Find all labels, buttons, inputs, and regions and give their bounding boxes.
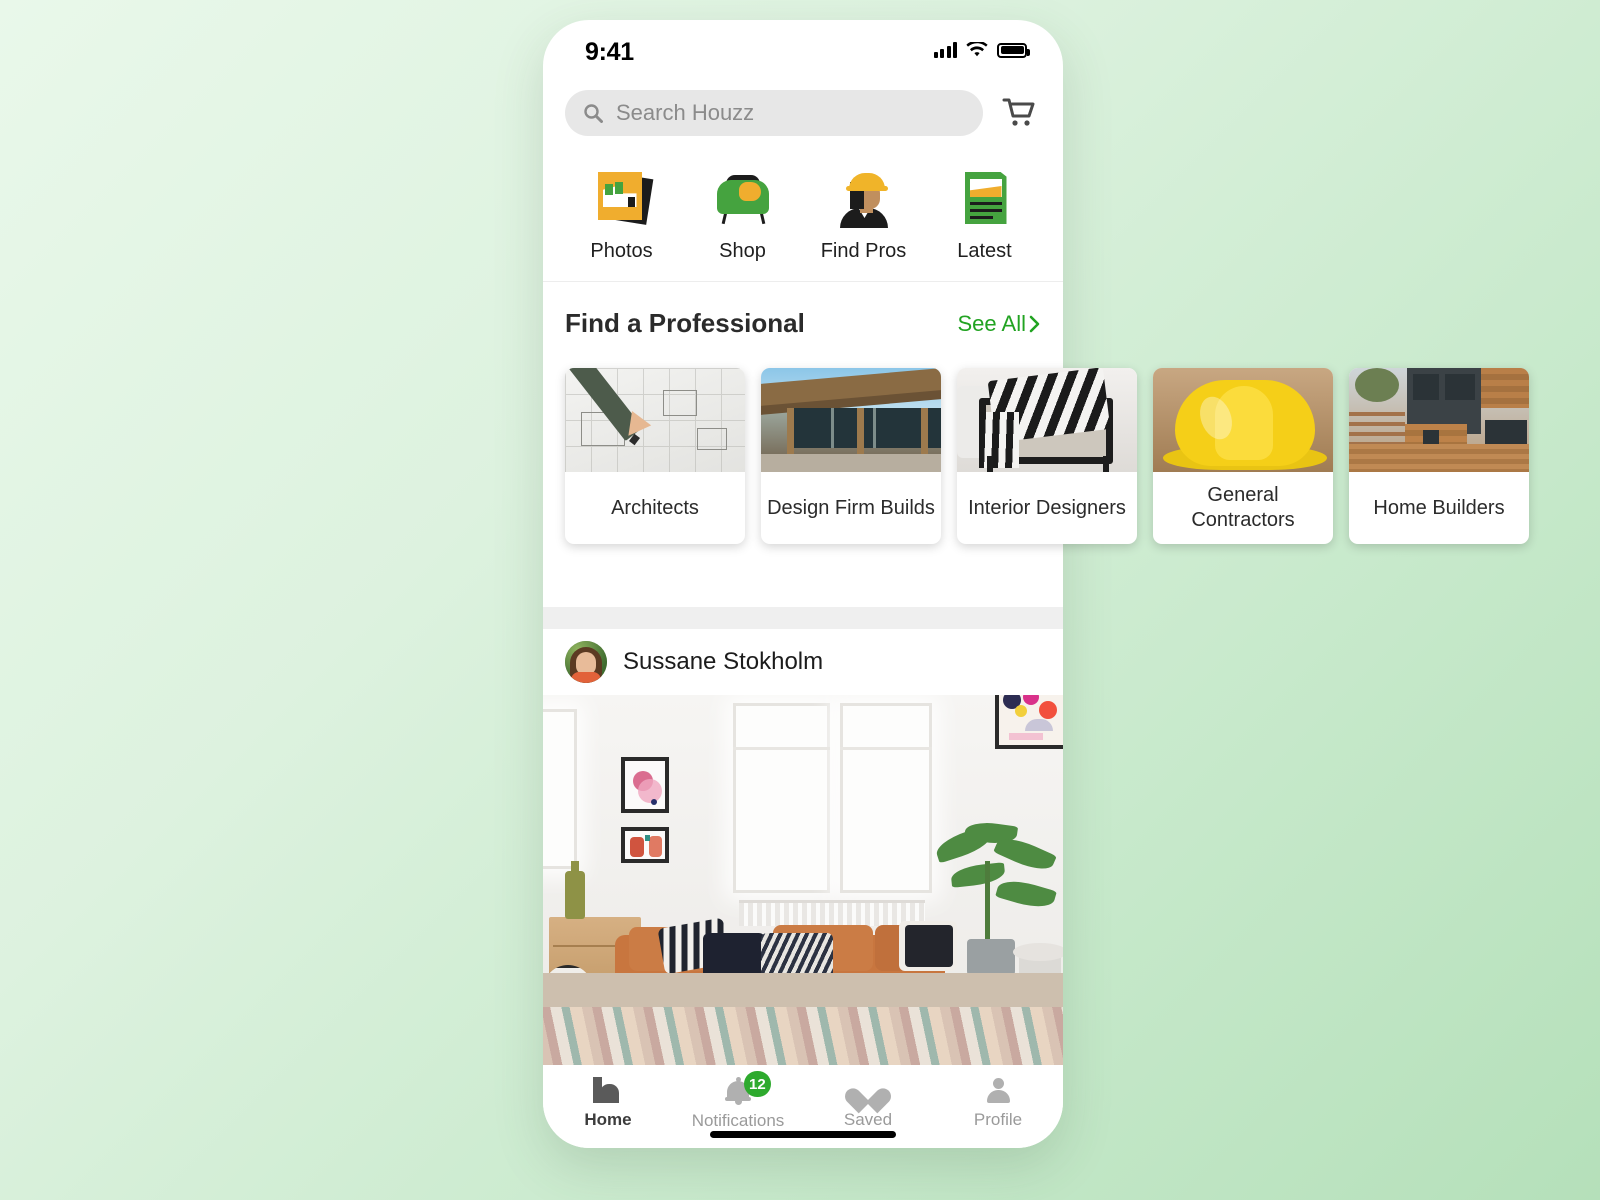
search-placeholder: Search Houzz xyxy=(616,100,755,125)
avatar xyxy=(565,641,607,683)
see-all-label: See All xyxy=(957,310,1027,336)
category-latest[interactable]: Latest xyxy=(924,168,1045,263)
cellular-bars-icon xyxy=(933,42,957,58)
shopping-cart-icon[interactable] xyxy=(997,91,1041,135)
person-icon xyxy=(985,1077,1011,1103)
notifications-badge: 12 xyxy=(744,1071,771,1097)
photos-icon xyxy=(590,168,654,228)
striped-throw-armchair-image xyxy=(957,368,1137,472)
search-row: Search Houzz xyxy=(543,82,1063,144)
professional-cards-carousel[interactable]: Architects Design Firm Builds Interior D… xyxy=(565,368,1529,544)
shop-armchair-icon xyxy=(711,168,775,228)
category-shop[interactable]: Shop xyxy=(682,168,803,263)
tab-label: Home xyxy=(584,1110,632,1129)
tab-label: Saved xyxy=(843,1110,893,1129)
battery-full-icon xyxy=(997,42,1030,58)
phone-frame: 9:41 Search Houzz Photos Shop Find Pros … xyxy=(543,20,1063,1148)
pro-card-label: Home Builders xyxy=(1373,496,1505,519)
latest-article-icon xyxy=(953,168,1017,228)
category-photos[interactable]: Photos xyxy=(561,168,682,263)
feed-photo[interactable] xyxy=(543,695,1063,1065)
architect-blueprint-pencil-image xyxy=(565,368,745,472)
wifi-icon xyxy=(966,42,988,57)
pro-card-label: General Contractors xyxy=(1191,484,1295,531)
category-label: Find Pros xyxy=(820,240,907,262)
pro-card-home-builders[interactable]: Home Builders xyxy=(1349,368,1529,544)
section-divider xyxy=(543,607,1063,629)
pro-card-label: Interior Designers xyxy=(968,496,1126,519)
home-indicator[interactable] xyxy=(710,1131,896,1138)
status-icons xyxy=(933,42,1030,58)
tab-profile[interactable]: Profile xyxy=(933,1077,1063,1148)
find-pros-hardhat-icon xyxy=(832,168,896,228)
see-all-link[interactable]: See All xyxy=(958,311,1042,337)
category-find-pros[interactable]: Find Pros xyxy=(803,168,924,263)
pro-card-design-firm-builds[interactable]: Design Firm Builds xyxy=(761,368,941,544)
find-a-professional-header: Find a Professional See All xyxy=(543,282,1063,355)
tab-label: Notifications xyxy=(691,1111,785,1130)
feed-user-row[interactable]: Sussane Stokholm xyxy=(543,629,1063,695)
status-bar: 9:41 xyxy=(543,20,1063,82)
search-icon xyxy=(584,104,603,123)
pro-card-label: Design Firm Builds xyxy=(767,496,935,519)
tab-label: Profile xyxy=(973,1110,1023,1129)
category-label: Latest xyxy=(957,240,1012,262)
feed-user-name: Sussane Stokholm xyxy=(623,648,824,675)
category-row: Photos Shop Find Pros Latest xyxy=(543,144,1063,282)
status-time: 9:41 xyxy=(585,38,634,66)
pro-card-architects[interactable]: Architects xyxy=(565,368,745,544)
pro-card-label: Architects xyxy=(611,496,699,519)
modern-house-exterior-image xyxy=(761,368,941,472)
category-label: Photos xyxy=(590,240,653,262)
tab-home[interactable]: Home xyxy=(543,1077,673,1148)
wood-and-dark-modern-home-image xyxy=(1349,368,1529,472)
pro-card-general-contractors[interactable]: General Contractors xyxy=(1153,368,1333,544)
category-label: Shop xyxy=(719,240,766,262)
chevron-right-icon xyxy=(1029,315,1040,332)
search-input[interactable]: Search Houzz xyxy=(565,90,983,136)
heart-icon xyxy=(841,1077,895,1114)
section-title: Find a Professional xyxy=(565,308,805,338)
pro-card-interior-designers[interactable]: Interior Designers xyxy=(957,368,1137,544)
yellow-hard-hat-image xyxy=(1153,368,1333,472)
home-icon xyxy=(593,1077,623,1103)
